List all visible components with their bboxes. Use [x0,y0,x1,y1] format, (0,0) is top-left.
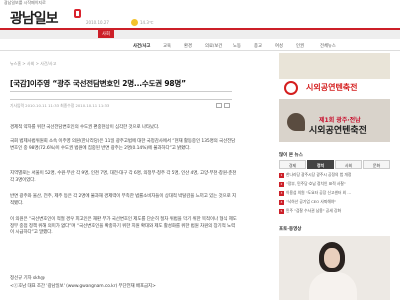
logo-mark-icon [74,9,81,18]
subnav-all-news[interactable]: 전체뉴스 [320,43,336,49]
photo-section-title: 포토·동영상 [279,227,302,232]
subnav-health[interactable]: 의료/보건 [205,43,222,49]
main-nav: 사회 [0,28,400,39]
sub-nav: 사건/사고 교육 환경 의료/보건 노동 종교 여성 인권 전체뉴스 [0,40,400,51]
header-date: 2010.10.27 [86,20,109,25]
rank-badge: 2 [279,181,284,187]
festival-banner-top[interactable]: 시외공연텐축전 [279,53,390,97]
site-logo[interactable]: 광남일보 [10,8,59,28]
article-paragraph: 경제적 약자를 위한 국선전담변호인의 수도권 편중현상이 심각한 것으로 나타… [10,125,160,130]
subnav-education[interactable]: 교육 [163,43,171,49]
article-headline: [국감]이주영 “광주 국선전담변호인 2명...수도권 98명” [10,79,186,88]
rank-badge: 4 [279,199,284,205]
article-paragraph: 반면 광주와 울산, 전주, 제주 등은 각 2명에 불과해 경제력이 부족한 … [10,194,236,206]
breadcrumb: 뉴스홈 > 사회 > 사건/사고 [10,61,57,66]
copyright-notice: <ⓒ호남 대표 조간 '광남일보' (www.gwangnam.co.kr) 무… [10,284,156,289]
list-item[interactable]: 2 "정부, 민주당·호남 정치인 표적 사찰" [279,181,390,187]
featured-photo[interactable] [279,236,390,300]
top-strip: 광남일보를 시작페이지로 [0,0,400,10]
tab-politics[interactable]: 정치 [307,160,334,169]
subnav-human-rights[interactable]: 인권 [296,43,304,49]
rank-badge: 3 [279,190,284,196]
list-item[interactable]: 1 한나라당 광주시당 광주시 공정의 법 개정 [279,172,390,178]
nav-item-society[interactable]: 사회 [98,30,114,38]
list-item[interactable]: 4 "낙하산 공기업 CEO 사퇴해야" [279,199,390,205]
subnav-accidents[interactable]: 사건/사고 [133,43,150,49]
weather-temp: 14.3℃ [140,20,154,25]
photo-face [324,248,340,268]
most-read-title: 많이 본 뉴스 [279,153,303,158]
festival-emblem-icon [284,81,298,95]
article-paragraph: 이 의원은 “국선변호인이 적절 경우 피고인은 재판 부가 국선변호인 제도를… [10,217,237,236]
banner-title: 시외공연텐축전 [309,126,367,136]
most-read-tabs: 경제 정치 사회 문화 [279,160,390,169]
festival-banner-bottom[interactable]: 제1회 광주·전남 시외공연텐축전 [279,99,390,142]
subnav-environment[interactable]: 환경 [184,43,192,49]
tab-economy[interactable]: 경제 [279,160,306,169]
tab-society[interactable]: 사회 [335,160,362,169]
list-item[interactable]: 3 이용섭 의원 "도요타 공장 신고센터 외 ... [279,190,390,196]
subnav-women[interactable]: 여성 [275,43,283,49]
reporter-byline: 정선규 기자 skh@ [10,276,45,281]
subnav-labor[interactable]: 노동 [233,43,241,49]
bird-emblem-icon [287,113,305,131]
email-icon[interactable] [224,103,230,108]
start-page-link[interactable]: 광남일보를 시작페이지로 [4,0,46,6]
article-paragraph: 지역별로는 서울이 52명, 수원·부산 각 9명, 인천 7명, 대전·대구 … [10,171,237,183]
article-paragraph: 국회 법제사법위원회 소속 이주영 의원(한나라당)은 11일 광주고법에 대한… [10,139,236,151]
subnav-religion[interactable]: 종교 [254,43,262,49]
tab-culture[interactable]: 문화 [363,160,390,169]
article-dates: 기사입력 2010.10.11 11:33 최종수정 2010.10.11 11… [10,103,110,108]
list-item[interactable]: 5 민주 "검찰 수사권 남용" 공세 강화 [279,208,390,214]
rank-badge: 5 [279,208,284,214]
rank-badge: 1 [279,172,284,178]
sun-icon [131,19,138,26]
banner-title: 시외공연텐축전 [306,83,358,92]
print-icon[interactable] [216,103,222,108]
article-toolbar [10,91,232,100]
photo-body [309,272,357,300]
